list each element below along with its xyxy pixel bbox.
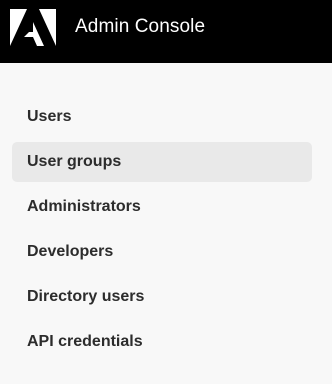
sidebar-item-label: Directory users — [27, 288, 145, 305]
sidebar-item-label: Developers — [27, 243, 114, 260]
sidebar-item-label: User groups — [27, 153, 122, 170]
adobe-logo-icon[interactable] — [10, 9, 56, 46]
sidebar-item-developers[interactable]: Developers — [12, 232, 312, 272]
sidebar-item-label: Administrators — [27, 198, 141, 215]
sidebar-item-directory-users[interactable]: Directory users — [12, 277, 312, 317]
sidebar-item-label: API credentials — [27, 333, 143, 350]
sidebar-item-user-groups[interactable]: User groups — [12, 142, 312, 182]
app-title: Admin Console — [75, 16, 206, 37]
sidebar-item-users[interactable]: Users — [12, 97, 312, 137]
sidebar-item-administrators[interactable]: Administrators — [12, 187, 312, 227]
sidebar-item-api-credentials[interactable]: API credentials — [12, 322, 312, 362]
sidebar-item-label: Users — [27, 108, 72, 125]
top-bar: Admin Console — [0, 0, 332, 63]
sidebar-nav: Users User groups Administrators Develop… — [0, 97, 332, 367]
